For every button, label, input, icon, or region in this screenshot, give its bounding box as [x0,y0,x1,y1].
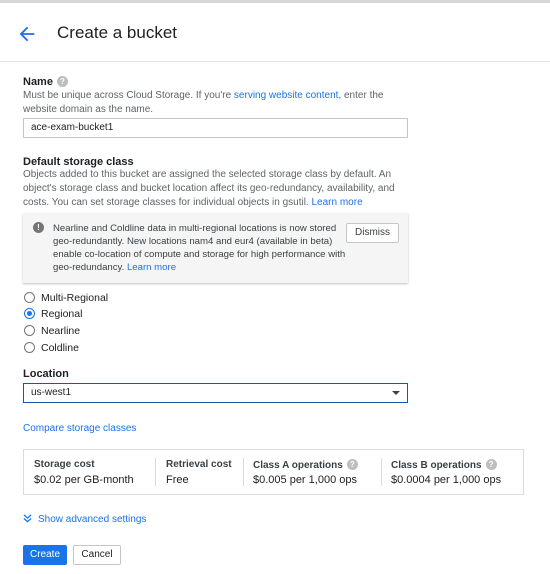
location-value: us-west1 [31,387,72,398]
show-advanced-settings-link[interactable]: Show advanced settings [23,514,146,525]
name-help-text: Must be unique across Cloud Storage. If … [23,89,408,117]
location-select[interactable]: us-west1 [23,383,408,403]
cost-value: $0.0004 per 1,000 ops [391,474,502,486]
cost-value: $0.005 per 1,000 ops [253,474,357,486]
class-a-help-icon[interactable]: ? [346,459,358,470]
cost-header-class-b: Class B operations? [391,459,497,471]
cost-header-text: Class B operations [391,460,482,471]
cost-header: Retrieval cost [166,459,232,470]
name-help-icon[interactable]: ? [56,76,68,87]
radio-circle[interactable] [24,342,35,353]
location-label: Location [23,368,69,380]
create-button[interactable]: Create [23,545,67,565]
name-section-label: Name? [23,76,68,88]
radio-circle[interactable] [24,292,35,303]
radio-circle-selected[interactable] [24,308,35,319]
cost-header-text: Class A operations [253,460,343,471]
dropdown-arrow-icon [392,391,400,395]
cost-divider [243,458,244,486]
class-b-help-icon[interactable]: ? [485,459,497,470]
geo-redundancy-notice: ! Nearline and Coldline data in multi-re… [23,213,408,283]
page-title: Create a bucket [57,23,178,42]
storage-class-label: Default storage class [23,156,134,168]
radio-label: Nearline [41,325,81,337]
info-icon: ! [33,222,44,233]
app-header: Create a bucket [0,0,550,62]
storage-class-learn-more-link[interactable]: Learn more [312,197,363,208]
cost-divider [381,458,382,486]
arrow-back-icon[interactable] [16,23,38,45]
notice-body: Nearline and Coldline data in multi-regi… [53,223,346,273]
cost-header-class-a: Class A operations? [253,459,358,471]
cost-header: Storage cost [34,459,95,470]
radio-label: Coldline [41,342,79,354]
double-chevron-down-icon [23,514,32,523]
radio-label: Regional [41,308,83,320]
advanced-link-label: Show advanced settings [38,514,147,525]
notice-text: Nearline and Coldline data in multi-regi… [53,222,353,274]
serving-website-content-link[interactable]: serving website content [234,90,339,101]
compare-storage-classes-link[interactable]: Compare storage classes [23,423,136,434]
cost-summary-table: Storage cost $0.02 per GB-month Retrieva… [23,449,524,495]
storage-class-help-text: Objects added to this bucket are assigne… [23,168,395,210]
cost-value: $0.02 per GB-month [34,474,134,486]
radio-label: Multi-Regional [41,292,109,304]
name-label: Name [23,76,53,88]
cost-divider [155,458,156,486]
bucket-name-input[interactable]: ace-exam-bucket1 [23,118,408,138]
radio-circle[interactable] [24,325,35,336]
name-help-prefix: Must be unique across Cloud Storage. If … [23,90,234,101]
dismiss-button[interactable]: Dismiss [346,223,399,243]
cost-value: Free [166,474,189,486]
notice-learn-more-link[interactable]: Learn more [127,262,176,273]
cancel-button[interactable]: Cancel [73,545,121,565]
